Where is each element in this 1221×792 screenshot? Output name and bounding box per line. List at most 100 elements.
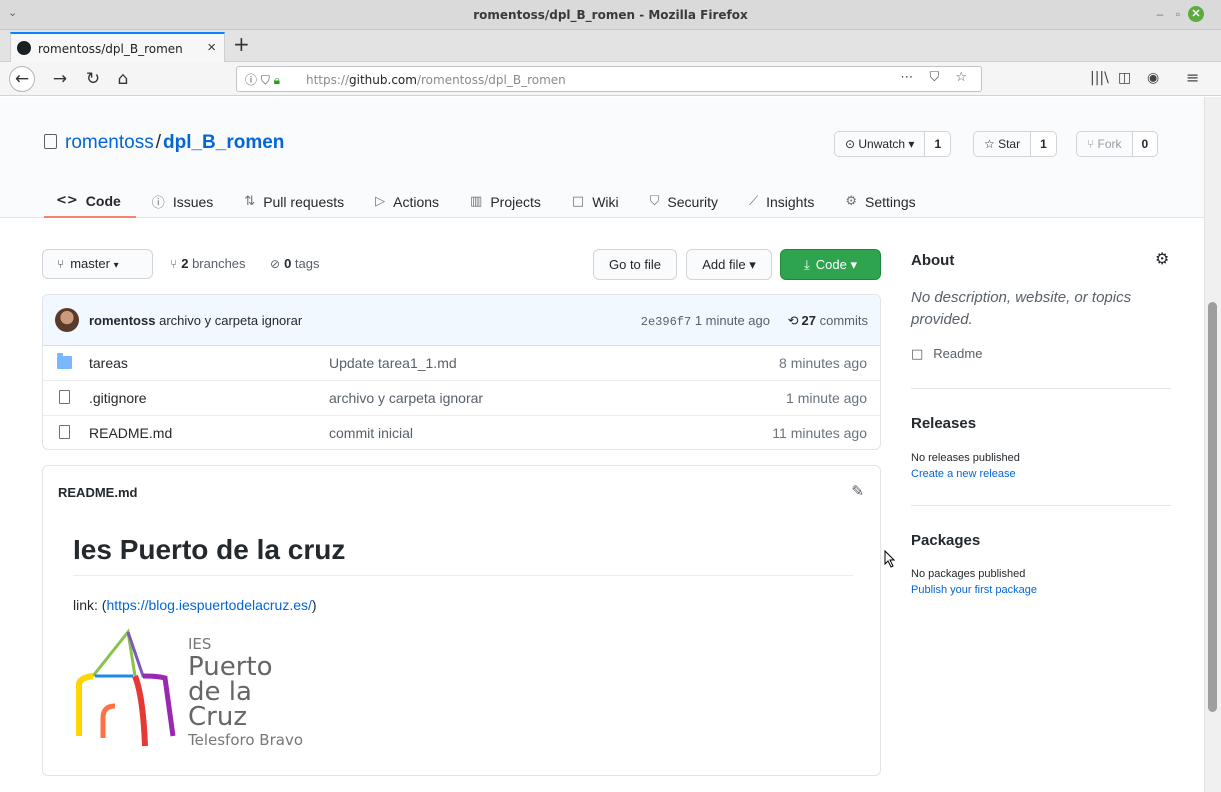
branch-selector[interactable]: ⑂ master ▾	[42, 249, 153, 279]
pull-request-icon: ⇅	[244, 194, 256, 209]
branch-icon: ⑂	[170, 257, 178, 271]
browser-tab[interactable]: romentoss/dpl_B_romen ×	[10, 32, 225, 62]
gear-icon[interactable]: ⚙	[1155, 249, 1169, 268]
file-list: romentoss archivo y carpeta ignorar 2e39…	[42, 294, 881, 450]
star-label[interactable]: ☆ Star	[974, 132, 1032, 156]
shield-icon: ⛉	[649, 194, 660, 209]
file-commit-message[interactable]: archivo y carpeta ignorar	[329, 390, 483, 406]
releases-empty-text: No releases published	[911, 452, 1020, 464]
back-button[interactable]: ←	[9, 66, 35, 92]
projects-icon: ▥	[470, 194, 483, 209]
file-row[interactable]: README.md commit inicial 11 minutes ago	[43, 416, 880, 449]
sidebar-icon[interactable]: ◫	[1118, 70, 1131, 86]
actions-play-icon: ▷	[375, 194, 386, 209]
tab-pull-requests[interactable]: ⇅ Pull requests	[228, 185, 359, 218]
tab-strip: romentoss/dpl_B_romen × +	[0, 30, 1221, 62]
page-scrollbar[interactable]	[1204, 97, 1221, 792]
navigation-toolbar: ← → ↻ ⌂ ⓘ ⛉ 🔒︎ https://github.com/roment…	[0, 62, 1221, 96]
tab-wiki[interactable]: □ Wiki	[556, 185, 634, 218]
blog-link[interactable]: https://blog.iespuertodelacruz.es/	[106, 597, 311, 613]
file-commit-message[interactable]: commit inicial	[329, 425, 413, 441]
repo-name-link[interactable]: dpl_B_romen	[163, 132, 284, 153]
site-info-icon[interactable]: ⓘ ⛉ 🔒︎	[245, 71, 280, 88]
tab-insights[interactable]: ⟋ Insights	[733, 185, 829, 218]
repo-owner-link[interactable]: romentoss	[65, 132, 154, 153]
tab-issues[interactable]: ⓘ Issues	[136, 185, 228, 218]
watch-button[interactable]: ⊙ Unwatch ▾ 1	[834, 131, 952, 157]
fork-button[interactable]: ⑂ Fork 0	[1076, 131, 1159, 157]
address-bar[interactable]: ⓘ ⛉ 🔒︎ https://github.com/romentoss/dpl_…	[236, 66, 982, 92]
logo-telesforo: Telesforo Bravo	[187, 731, 303, 749]
commit-sha-link[interactable]: 2e396f7	[641, 315, 691, 329]
library-icon[interactable]: |||\	[1090, 70, 1109, 86]
commits-label[interactable]: commits	[820, 313, 868, 328]
file-commit-message[interactable]: Update tarea1_1.md	[329, 355, 457, 371]
divider	[911, 505, 1171, 506]
file-row[interactable]: tareas Update tarea1_1.md 8 minutes ago	[43, 346, 880, 381]
url-text: https://github.com/romentoss/dpl_B_romen	[306, 73, 566, 87]
scrollbar-thumb[interactable]	[1208, 302, 1217, 712]
tab-settings[interactable]: ⚙ Settings	[829, 185, 930, 218]
publish-package-link[interactable]: Publish your first package	[911, 584, 1037, 596]
avatar[interactable]	[55, 308, 79, 332]
forward-button[interactable]: →	[47, 66, 73, 92]
history-icon: ⟲	[787, 314, 799, 329]
code-download-button[interactable]: ⤓ Code ▾	[780, 249, 881, 280]
extension-icon[interactable]: ◉	[1147, 70, 1159, 86]
restore-button[interactable]: ▫	[1170, 6, 1186, 22]
add-file-button[interactable]: Add file ▾	[686, 249, 772, 280]
download-icon: ⤓	[804, 258, 810, 273]
packages-heading[interactable]: Packages	[911, 532, 980, 549]
fork-count[interactable]: 0	[1132, 132, 1158, 156]
file-name-link[interactable]: tareas	[89, 355, 128, 371]
gear-icon: ⚙	[845, 194, 858, 209]
star-button[interactable]: ☆ Star 1	[973, 131, 1057, 157]
go-to-file-button[interactable]: Go to file	[593, 249, 677, 280]
create-release-link[interactable]: Create a new release	[911, 468, 1016, 480]
tags-link[interactable]: ⊘ 0 tags	[270, 256, 320, 271]
file-name-link[interactable]: README.md	[89, 425, 172, 441]
packages-empty-text: No packages published	[911, 568, 1026, 580]
readme-link-line: link: (https://blog.iespuertodelacruz.es…	[73, 597, 317, 613]
watch-label[interactable]: ⊙ Unwatch ▾	[835, 132, 926, 156]
logo-cruz: Cruz	[188, 702, 247, 732]
edit-pencil-icon[interactable]: ✎	[851, 482, 864, 500]
readme-sidebar-link[interactable]: □ Readme	[911, 346, 982, 362]
new-tab-button[interactable]: +	[233, 32, 250, 56]
file-icon	[59, 425, 70, 439]
issues-icon: ⓘ	[151, 196, 165, 211]
tab-close-icon[interactable]: ×	[207, 39, 216, 56]
minimize-button[interactable]: –	[1152, 6, 1168, 22]
fork-label[interactable]: ⑂ Fork	[1077, 132, 1133, 156]
file-row[interactable]: .gitignore archivo y carpeta ignorar 1 m…	[43, 381, 880, 416]
tab-code[interactable]: <> Code	[44, 185, 136, 218]
branches-link[interactable]: ⑂ 2 branches	[170, 256, 246, 271]
file-name-link[interactable]: .gitignore	[89, 390, 147, 406]
releases-heading[interactable]: Releases	[911, 415, 976, 432]
hamburger-menu-icon[interactable]: ≡	[1186, 68, 1199, 87]
divider	[911, 388, 1171, 389]
readme-box: README.md ✎ Ies Puerto de la cruz link: …	[42, 465, 881, 776]
tab-projects[interactable]: ▥ Projects	[454, 185, 556, 218]
github-favicon-icon	[17, 41, 31, 55]
tag-icon: ⊘	[270, 257, 281, 271]
branch-icon: ⑂	[57, 257, 65, 271]
tab-security[interactable]: ⛉ Security	[634, 185, 733, 218]
close-window-button[interactable]: ✕	[1188, 6, 1204, 22]
commit-time: 1 minute ago	[694, 313, 770, 328]
about-heading: About	[911, 252, 955, 269]
home-button[interactable]: ⌂	[110, 66, 136, 92]
watch-count[interactable]: 1	[925, 132, 951, 156]
page-actions-icon[interactable]: ⋯ ⛉ ☆	[900, 70, 973, 85]
readme-filename: README.md	[58, 485, 138, 500]
star-count[interactable]: 1	[1031, 132, 1056, 156]
repo-separator: /	[155, 132, 161, 153]
school-logo: IES Puerto de la Cruz Telesforo Bravo	[75, 628, 303, 749]
latest-commit: romentoss archivo y carpeta ignorar 2e39…	[43, 295, 880, 346]
github-page: romentoss / dpl_B_romen ⊙ Unwatch ▾ 1 ☆ St…	[0, 97, 1204, 792]
commit-message[interactable]: romentoss archivo y carpeta ignorar	[89, 313, 302, 328]
reload-button[interactable]: ↻	[80, 66, 106, 92]
commits-count[interactable]: 27	[802, 313, 816, 328]
tab-actions[interactable]: ▷ Actions	[359, 185, 454, 218]
repo-title: romentoss / dpl_B_romen	[44, 132, 284, 154]
